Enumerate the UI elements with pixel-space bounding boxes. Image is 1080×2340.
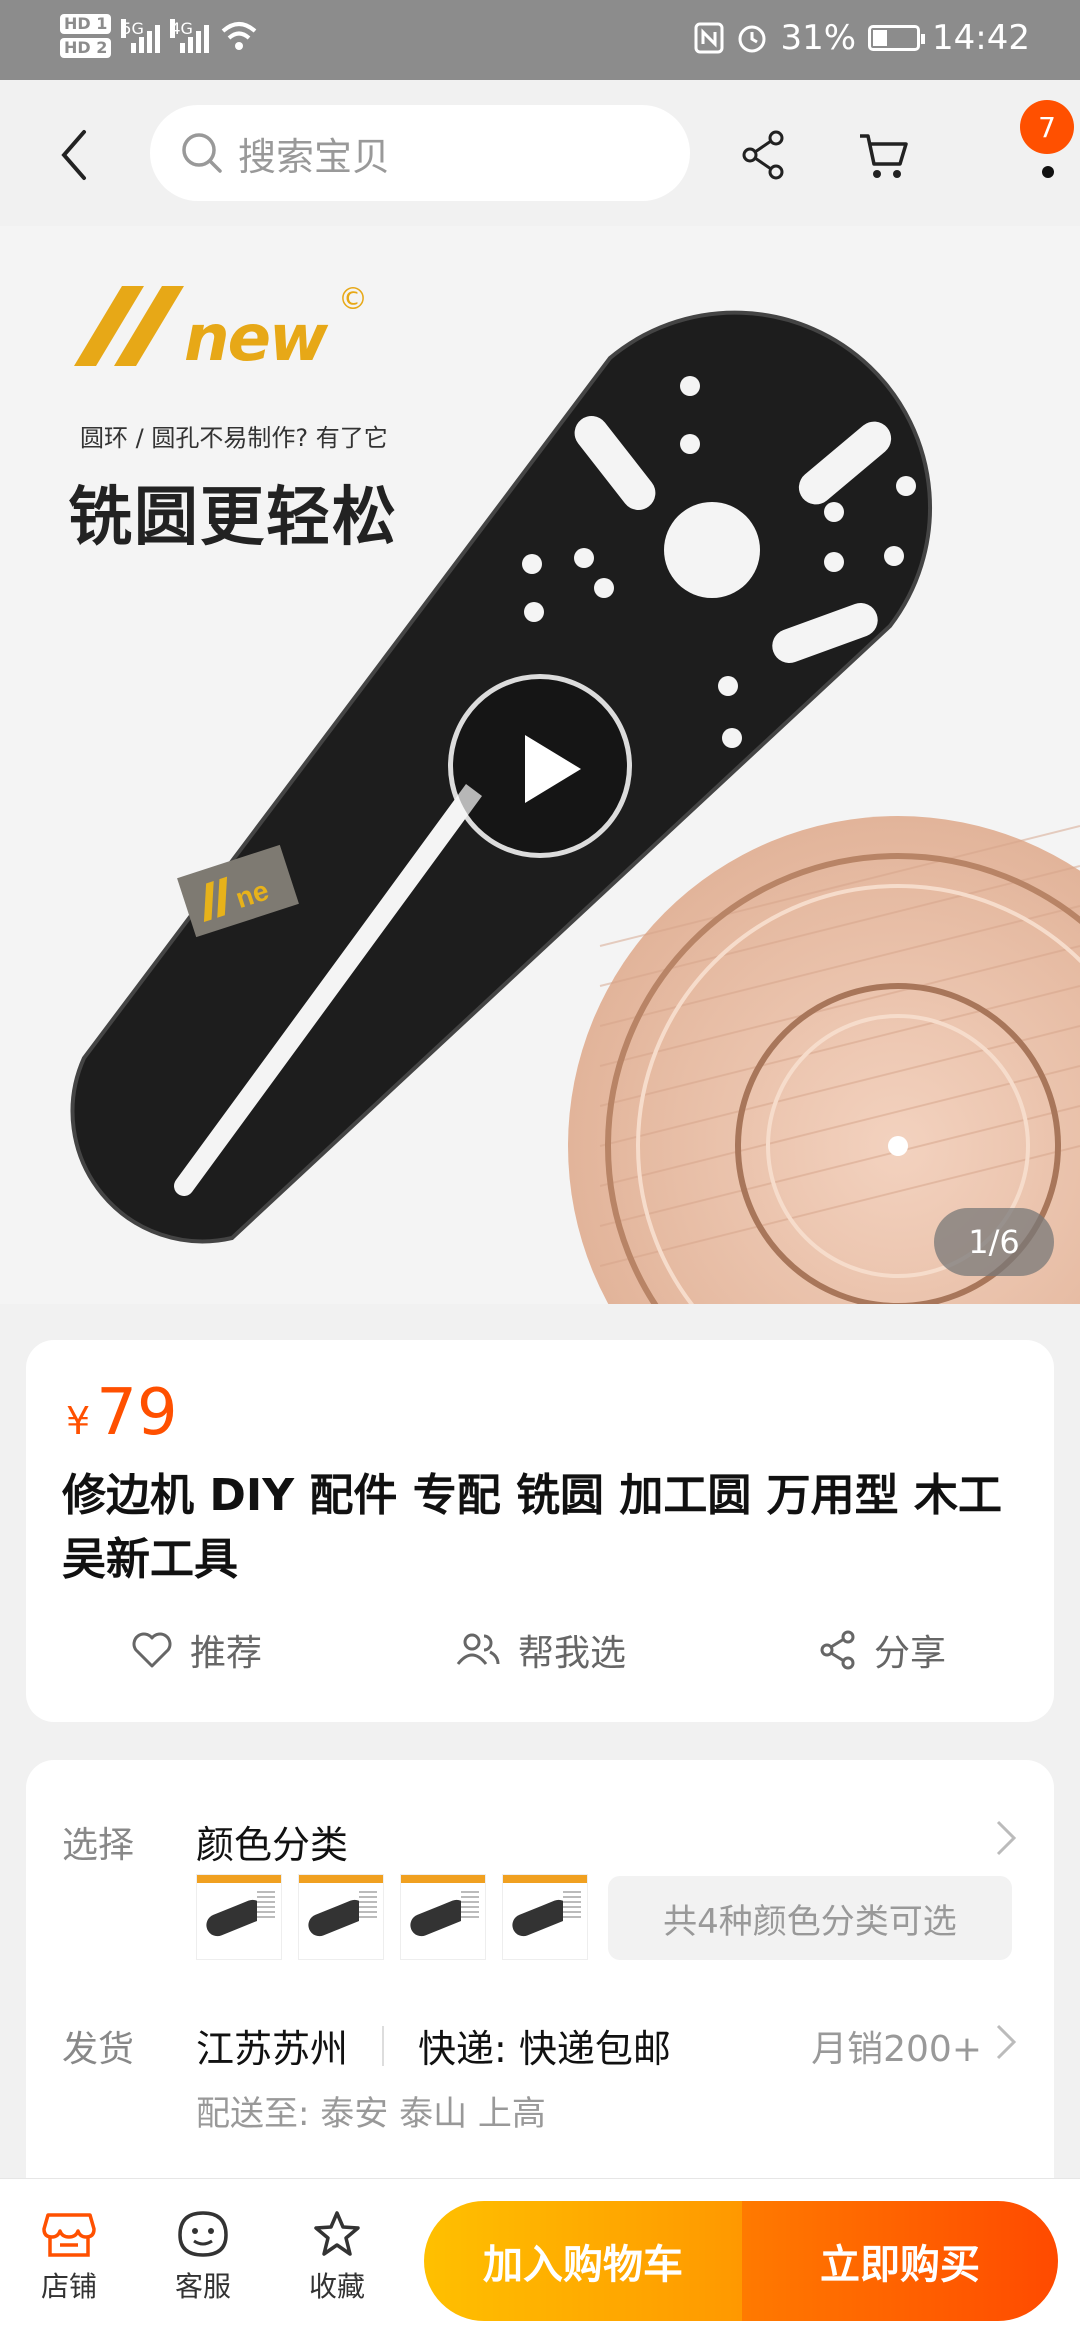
status-right: 31% 14:42	[694, 18, 1030, 58]
image-counter: 1/6	[934, 1208, 1054, 1276]
back-arrow-icon	[61, 130, 86, 180]
hd2-indicator: HD 2	[60, 38, 112, 58]
chevron-right-icon[interactable]	[994, 2022, 1018, 2062]
share-icon	[742, 130, 784, 180]
nfc-icon	[694, 22, 724, 54]
product-image-carousel[interactable]: ne new © 圆环 / 圆孔不易制作? 有了它 铣圆更轻松 1/6	[0, 226, 1080, 1304]
variant-thumbnail[interactable]	[400, 1874, 486, 1960]
search-input[interactable]: 搜索宝贝	[150, 105, 690, 201]
clock: 14:42	[932, 18, 1030, 58]
brand-logo: new	[74, 276, 334, 380]
product-price: ¥ 79	[66, 1376, 178, 1450]
variant-count-pill[interactable]: 共4种颜色分类可选	[608, 1876, 1012, 1960]
variant-thumbnail[interactable]	[298, 1874, 384, 1960]
share-label: 分享	[874, 1633, 947, 1674]
favorite-label: 收藏	[308, 2270, 365, 2303]
ship-label: 发货	[62, 2029, 135, 2070]
product-info-card: ¥ 79 修边机 DIY 配件 专配 铣圆 加工圆 万用型 木工 吴新工具 推荐…	[26, 1340, 1054, 1722]
recommend-button[interactable]: 推荐	[130, 1624, 262, 1676]
express-info: 快递: 快递包邮	[418, 2027, 671, 2071]
share-product-button[interactable]: 分享	[818, 1624, 946, 1676]
monthly-sales: 月销200+	[811, 2029, 982, 2070]
store-label: 店铺	[40, 2270, 97, 2303]
heart-icon	[132, 1632, 172, 1668]
deliver-to[interactable]: 配送至: 泰安 泰山 上高	[196, 2086, 546, 2135]
currency-symbol: ¥	[66, 1399, 91, 1443]
add-to-cart-button[interactable]: 加入购物车	[424, 2201, 742, 2321]
cart-icon	[860, 134, 908, 178]
signal-5g-icon: 5G	[121, 19, 161, 53]
variant-thumbnail[interactable]	[502, 1874, 588, 1960]
signal-4g-icon: 4G	[170, 19, 210, 53]
alarm-icon	[738, 25, 766, 53]
store-tab[interactable]: 店铺	[14, 2209, 124, 2305]
search-icon	[182, 133, 222, 173]
recommend-label: 推荐	[190, 1633, 263, 1674]
battery-percent: 31%	[780, 18, 857, 58]
product-title: 修边机 DIY 配件 专配 铣圆 加工圆 万用型 木工 吴新工具	[62, 1470, 1002, 1585]
bottom-action-bar: 店铺 客服 收藏 加入购物车 立即购买	[0, 2178, 1080, 2340]
service-icon	[178, 2211, 228, 2257]
help-choose-label: 帮我选	[518, 1633, 627, 1674]
more-menu-dot	[1042, 166, 1054, 178]
copyright-mark: ©	[338, 282, 368, 317]
chevron-right-icon[interactable]	[994, 1818, 1018, 1858]
product-actions: 推荐 帮我选 分享	[26, 1624, 1054, 1694]
battery-level	[873, 30, 888, 46]
variant-title[interactable]: 颜色分类	[196, 1814, 348, 1869]
network-4g-label: 4G	[170, 19, 193, 38]
back-button[interactable]	[54, 120, 104, 190]
star-icon	[314, 2211, 360, 2256]
divider	[382, 2025, 385, 2066]
network-5g-label: 5G	[121, 19, 144, 38]
video-play-button[interactable]	[448, 674, 632, 858]
store-icon	[42, 2213, 96, 2257]
share-button[interactable]	[728, 120, 798, 190]
shipping-info: 江苏苏州 快递: 快递包邮	[196, 2018, 671, 2073]
cart-button[interactable]	[848, 120, 918, 190]
status-bar: HD 1 HD 2 5G 4G 31% 14:42	[0, 0, 1080, 80]
top-nav: 搜索宝贝 7	[0, 80, 1080, 226]
select-label: 选择	[62, 1825, 135, 1866]
wifi-icon	[222, 22, 257, 50]
variant-thumbnails	[196, 1874, 588, 1960]
favorite-tab[interactable]: 收藏	[282, 2209, 392, 2305]
variant-thumbnail[interactable]	[196, 1874, 282, 1960]
price-value: 79	[96, 1376, 178, 1450]
service-label: 客服	[174, 2270, 231, 2303]
ship-origin: 江苏苏州	[196, 2027, 349, 2071]
share-icon	[820, 1630, 855, 1670]
brand-logo-text: new	[184, 302, 328, 376]
battery-icon	[868, 25, 926, 51]
status-left: HD 1 HD 2 5G 4G	[60, 14, 259, 58]
hero-headline: 铣圆更轻松	[68, 481, 398, 555]
people-icon	[456, 1633, 500, 1665]
more-menu-badge[interactable]: 7	[1020, 100, 1074, 154]
buy-now-button[interactable]: 立即购买	[742, 2201, 1058, 2321]
search-placeholder: 搜索宝贝	[238, 134, 391, 179]
options-card: 选择 颜色分类 共4种颜色分类可选 发货 江苏苏州 快递: 快递包邮 月销200…	[26, 1760, 1054, 2180]
service-tab[interactable]: 客服	[148, 2209, 258, 2305]
help-choose-button[interactable]: 帮我选	[454, 1624, 626, 1676]
hd1-indicator: HD 1	[60, 14, 112, 34]
hero-tagline: 圆环 / 圆孔不易制作? 有了它	[80, 424, 388, 452]
